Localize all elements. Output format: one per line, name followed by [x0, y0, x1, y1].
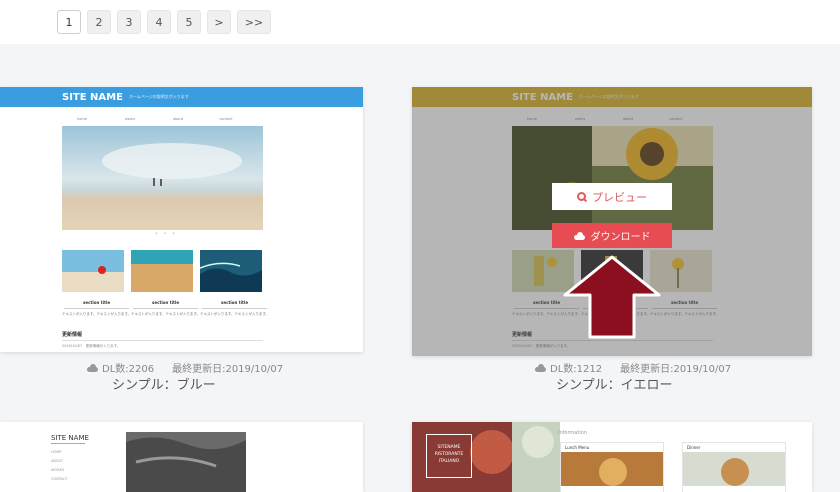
page-3-button[interactable]: 3 [117, 10, 141, 34]
monochrome-hero-image [126, 432, 246, 492]
preview-button[interactable]: プレビュー [552, 183, 672, 210]
card-meta: DL数:1212 最終更新日:2019/10/07 [535, 360, 731, 375]
section-title: section title [221, 300, 249, 305]
section-image [131, 250, 193, 292]
template-preview-yellow[interactable]: SITE NAME ホームページの説明文が入ります home works abo… [412, 87, 812, 356]
preview-button-label: プレビュー [592, 190, 647, 204]
template-preview-monochrome[interactable]: SITE NAME HOME ABOUT WORKS CONTACT [0, 422, 363, 492]
zoom-icon [577, 192, 586, 201]
template-preview-ristorante[interactable]: SITENAME RISTORANTE ITALIANO Information… [412, 422, 812, 492]
mini-section: section title テキストが入ります。テキストが入ります。 [199, 250, 270, 317]
page-1-button[interactable]: 1 [57, 10, 81, 34]
card-title[interactable]: シンプル：ブルー [112, 374, 216, 393]
menu-card-image [561, 452, 663, 486]
mini-site-name: SITE NAME [62, 91, 123, 103]
mini-side-item: ABOUT [51, 459, 64, 463]
info-heading: Information [558, 430, 587, 436]
page-2-button[interactable]: 2 [87, 10, 111, 34]
menu-card-title: Lunch Menu [565, 445, 590, 450]
mini-section: section title テキストが入ります。テキストが入ります。 [62, 250, 131, 317]
last-updated: 最終更新日:2019/10/07 [620, 364, 732, 375]
mini-nav: home works about contact [72, 117, 236, 121]
menu-card-image [683, 452, 785, 486]
cloud-download-icon [573, 231, 585, 240]
pagination: 1 2 3 4 5 > >> [57, 10, 271, 34]
download-count: DL数:2206 [102, 364, 155, 375]
mini-news-line [62, 340, 263, 341]
menu-card-title: Dinner [687, 445, 701, 450]
section-desc: テキストが入ります。テキストが入ります。 [131, 312, 201, 316]
download-button[interactable]: ダウンロード [552, 223, 672, 248]
section-image [62, 250, 124, 292]
mini-section: section title テキストが入ります。テキストが入ります。 [131, 250, 200, 317]
section-desc: テキストが入ります。テキストが入ります。 [200, 312, 270, 316]
download-button-label: ダウンロード [590, 232, 651, 243]
mini-news-row: 2019/10/07 更新情報が入ります。 [62, 344, 121, 348]
mini-nav-item: works [124, 117, 136, 121]
page-5-button[interactable]: 5 [177, 10, 201, 34]
cloud-download-icon [535, 363, 546, 372]
last-page-button[interactable]: >> [237, 10, 271, 34]
pagination-bar: 1 2 3 4 5 > >> [0, 0, 840, 44]
next-page-button[interactable]: > [207, 10, 231, 34]
mini-side-item: HOME [51, 450, 62, 454]
food-side-image [512, 422, 560, 492]
mini-side-item: CONTACT [51, 477, 68, 481]
ristorante-logo: SITENAME RISTORANTE ITALIANO [426, 434, 472, 478]
menu-card: Lunch Menu [560, 442, 664, 492]
last-updated: 最終更新日:2019/10/07 [172, 364, 284, 375]
section-title: section title [83, 300, 111, 305]
template-preview-blue[interactable]: SITE NAME ホームページの説明文が入ります home works abo… [0, 87, 363, 352]
mini-side-item: WORKS [51, 468, 65, 472]
pointing-arrow-icon [563, 255, 661, 339]
section-divider [64, 308, 130, 309]
menu-card: Dinner [682, 442, 786, 492]
mini-site-name: SITE NAME [51, 434, 89, 442]
page-4-button[interactable]: 4 [147, 10, 171, 34]
mini-nav-item: home [77, 117, 87, 121]
cloud-download-icon [87, 363, 98, 372]
carousel-dots: • • • [155, 231, 178, 237]
card-title[interactable]: シンプル：イエロー [556, 374, 672, 393]
section-desc: テキストが入ります。テキストが入ります。 [62, 312, 132, 316]
download-count: DL数:1212 [550, 364, 603, 375]
mini-divider [51, 443, 85, 444]
mini-site-tagline: ホームページの説明文が入ります [128, 94, 189, 99]
card-meta: DL数:2206 最終更新日:2019/10/07 [87, 360, 283, 375]
mini-site-header: SITE NAME ホームページの説明文が入ります [0, 87, 363, 107]
section-image [199, 250, 262, 292]
section-title: section title [152, 300, 180, 305]
mini-nav-item: about [172, 117, 184, 121]
beach-hero-image [62, 126, 263, 230]
section-divider [133, 308, 199, 309]
mini-nav-item: contact [219, 117, 233, 121]
mini-news-title: 更新情報 [62, 332, 83, 338]
section-divider [202, 308, 268, 309]
